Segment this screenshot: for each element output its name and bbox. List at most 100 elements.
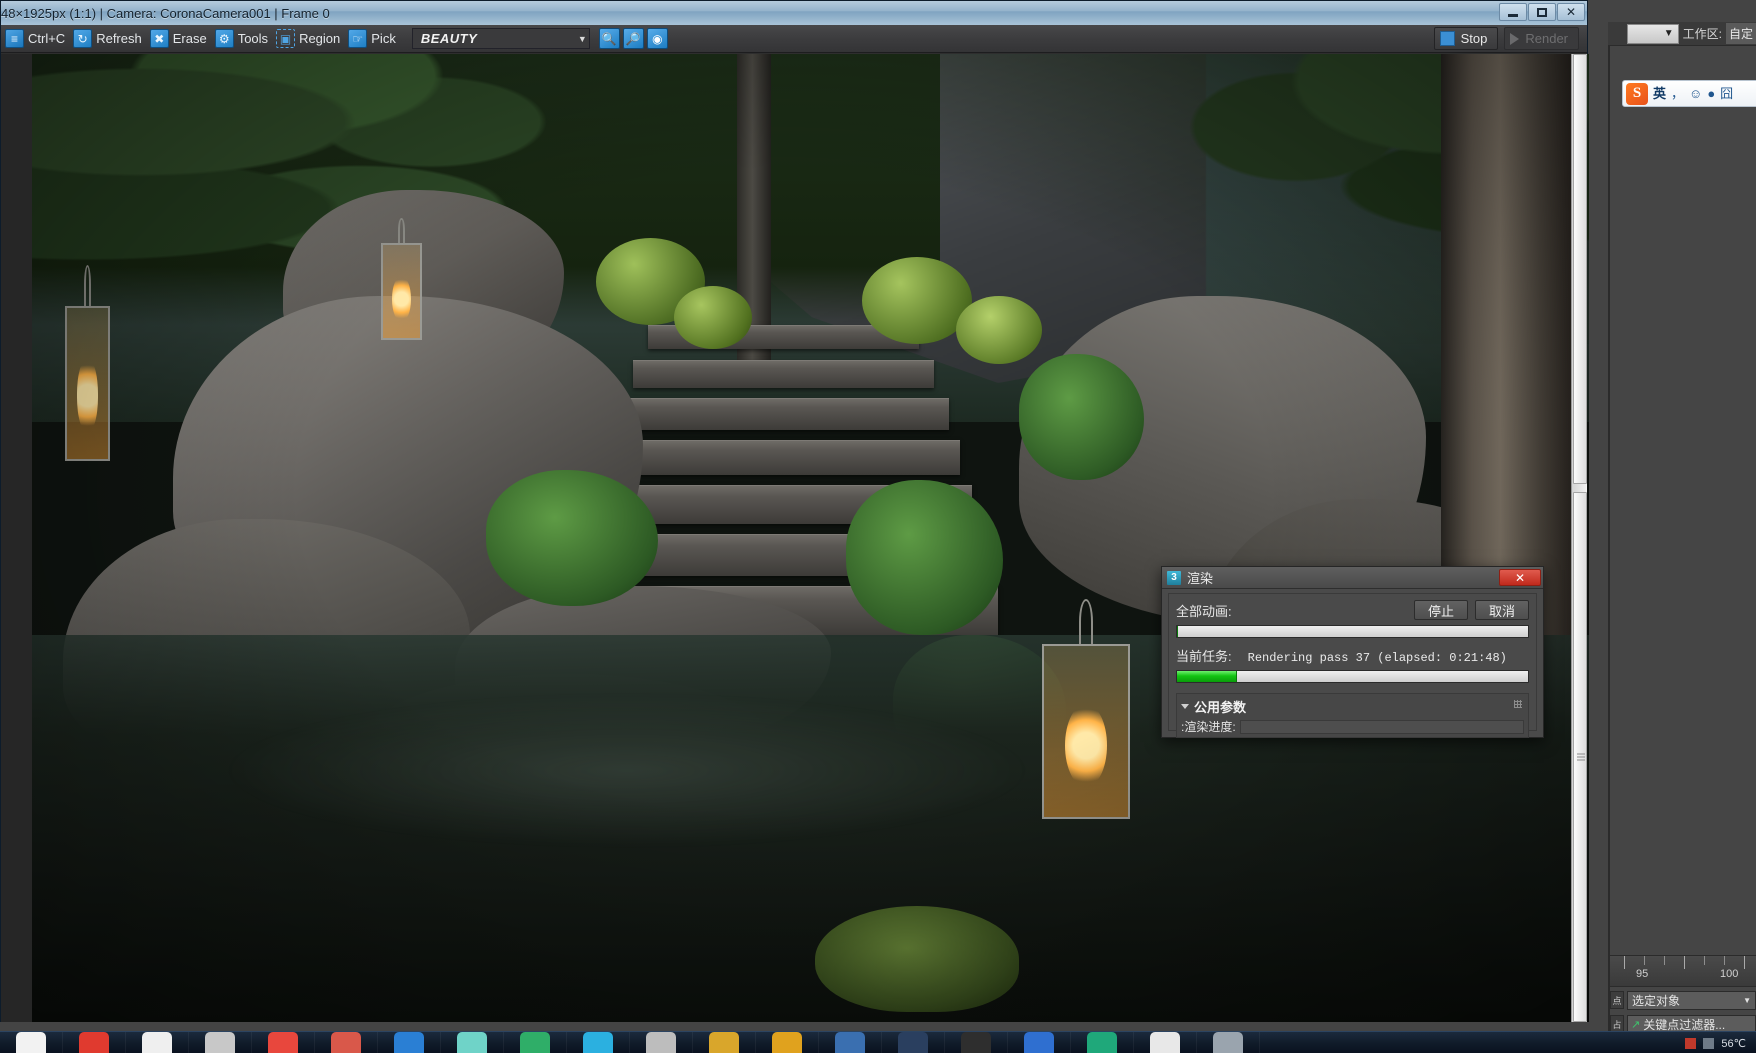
dialog-title-bar[interactable]: 3 渲染 ✕ <box>1162 567 1543 589</box>
scene-plant-2 <box>846 479 1003 635</box>
taskbar-photoshop-icon[interactable] <box>882 1032 945 1053</box>
dialog-close-button[interactable]: ✕ <box>1499 569 1541 586</box>
scrollbar-thumb-upper[interactable] <box>1573 54 1587 484</box>
app10-icon <box>646 1032 676 1053</box>
taskbar-app19-icon[interactable] <box>1197 1032 1260 1053</box>
taskbar-office-icon[interactable] <box>1008 1032 1071 1053</box>
toolbar-item-erase[interactable]: ✖ Erase <box>148 27 212 51</box>
taskbar-traffic-cone-icon[interactable] <box>315 1032 378 1053</box>
screen-root: ▼ 工作区: 自定 S 英 ， ☺ ● 囧 95 100 点 选定对象 ▼ 占 … <box>0 0 1756 1053</box>
max-app-icon: 3 <box>1167 570 1181 585</box>
tray-temperature: 56℃ <box>1721 1037 1746 1050</box>
taskbar-app15-icon[interactable] <box>945 1032 1008 1053</box>
vfb-vertical-scrollbar[interactable] <box>1571 54 1587 1022</box>
render-button-label: Render <box>1525 31 1568 46</box>
vfb-title-bar[interactable]: 48×1925px (1:1) | Camera: CoronaCamera00… <box>1 1 1587 25</box>
rollout-header[interactable]: 公用参数 <box>1181 697 1524 716</box>
toolbar-label-region: Region <box>299 31 341 46</box>
taskbar-opera-icon[interactable] <box>252 1032 315 1053</box>
toolbar-item-pick[interactable]: ☞ Pick <box>346 27 401 51</box>
youtube-icon <box>79 1032 109 1053</box>
all-animation-label: 全部动画: <box>1176 603 1232 619</box>
sogou-ime-bar[interactable]: S 英 ， ☺ ● 囧 <box>1622 80 1756 107</box>
scene-bush-2 <box>674 286 753 350</box>
window-controls: ✕ <box>1499 3 1585 21</box>
taskbar-sparkle-icon[interactable] <box>441 1032 504 1053</box>
toolbar-item-tools[interactable]: ⚙ Tools <box>213 27 273 51</box>
chevron-down-icon: ▼ <box>1663 28 1674 39</box>
toolbar-item-refresh[interactable]: ↻ Refresh <box>71 27 147 51</box>
app15-icon <box>961 1032 991 1053</box>
keypoint-icon-left[interactable]: 点 <box>1610 991 1624 1009</box>
taskbar-max-icon[interactable] <box>756 1032 819 1053</box>
taskbar-youtube-icon[interactable] <box>63 1032 126 1053</box>
render-button[interactable]: Render <box>1504 27 1579 50</box>
taskbar-app10-icon[interactable] <box>630 1032 693 1053</box>
scene-lantern-mid <box>381 217 422 340</box>
dialog-title-text: 渲染 <box>1187 571 1214 586</box>
taskbar-app11-icon[interactable] <box>693 1032 756 1053</box>
app13-icon <box>835 1032 865 1053</box>
sparkle-icon <box>457 1032 487 1053</box>
scene-artwork <box>32 54 1589 1022</box>
zoom-out-icon[interactable]: 🔎 <box>622 28 644 49</box>
explorer-icon <box>205 1032 235 1053</box>
tray-app-icon[interactable] <box>1685 1037 1697 1049</box>
all-animation-row: 全部动画: 停止 取消 <box>1176 600 1529 620</box>
opera-icon <box>268 1032 298 1053</box>
vfb-title-text: 48×1925px (1:1) | Camera: CoronaCamera00… <box>1 5 330 21</box>
toolbar-item-region[interactable]: ▣ Region <box>274 27 345 51</box>
taskbar-explorer-icon[interactable] <box>189 1032 252 1053</box>
tray-ime-icon[interactable] <box>1703 1037 1715 1049</box>
selection-filter-dropdown[interactable]: 选定对象 ▼ <box>1627 990 1756 1010</box>
taskbar-tencent-icon[interactable] <box>567 1032 630 1053</box>
curve-icon: ↗ <box>1631 1018 1641 1031</box>
timeline-tick-95: 95 <box>1636 968 1649 980</box>
traffic-cone-icon <box>331 1032 361 1053</box>
toolbar-label-copy: Ctrl+C <box>28 31 66 46</box>
zoom-in-icon[interactable]: 🔍 <box>598 28 620 49</box>
app19-icon <box>1213 1032 1243 1053</box>
current-task-progressbar <box>1176 670 1529 683</box>
ime-voice-icon[interactable]: ● <box>1707 87 1715 100</box>
3dsmax-right-panel <box>1608 22 1756 1032</box>
maximize-button[interactable] <box>1528 3 1556 21</box>
wechat-icon <box>520 1032 550 1053</box>
taskbar-twitter-icon[interactable] <box>0 1032 63 1053</box>
zoom-fit-icon[interactable]: ◉ <box>646 28 668 49</box>
3dsmax-timeline-ruler[interactable]: 95 100 <box>1610 955 1756 987</box>
ime-punctuation-icon[interactable]: ， <box>1671 87 1684 100</box>
stop-square-icon <box>1439 31 1455 46</box>
workspace-value[interactable]: 自定 <box>1725 23 1756 44</box>
sogou-logo-icon[interactable]: S <box>1626 82 1648 105</box>
taskbar-edge-icon[interactable] <box>378 1032 441 1053</box>
vfb-image-canvas[interactable] <box>1 54 1589 1022</box>
scrollbar-thumb-lower[interactable] <box>1573 492 1587 1022</box>
taskbar-folder-icon[interactable] <box>126 1032 189 1053</box>
dialog-cancel-button[interactable]: 取消 <box>1475 600 1529 620</box>
ime-toolbox-icon[interactable]: 囧 <box>1720 87 1733 100</box>
toolbar-label-tools: Tools <box>237 31 269 46</box>
minimize-button[interactable] <box>1499 3 1527 21</box>
taskbar-app13-icon[interactable] <box>819 1032 882 1053</box>
toolbar-item-copy[interactable]: ≡ Ctrl+C <box>3 27 70 51</box>
taskbar-app18-icon[interactable] <box>1134 1032 1197 1053</box>
close-button[interactable]: ✕ <box>1557 3 1585 21</box>
render-pass-value: BEAUTY <box>420 31 478 46</box>
stop-render-button[interactable]: Stop <box>1433 27 1499 50</box>
rendered-image <box>32 54 1589 1022</box>
ime-mode-label[interactable]: 英 <box>1653 87 1666 100</box>
render-pass-combo[interactable]: BEAUTY ▼ <box>411 28 590 49</box>
taskbar-app17-icon[interactable] <box>1071 1032 1134 1053</box>
refresh-icon: ↻ <box>73 29 93 48</box>
app11-icon <box>709 1032 739 1053</box>
render-progress-field <box>1239 719 1524 734</box>
ime-emoji-icon[interactable]: ☺ <box>1689 87 1702 100</box>
dialog-stop-button[interactable]: 停止 <box>1414 600 1468 620</box>
workspace-combo-left[interactable]: ▼ <box>1626 23 1679 44</box>
taskbar-wechat-icon[interactable] <box>504 1032 567 1053</box>
common-parameters-rollout[interactable]: 公用参数 :渲染进度: <box>1176 693 1529 738</box>
gear-icon: ⚙ <box>214 29 234 48</box>
render-progress-label: :渲染进度: <box>1181 720 1236 734</box>
chevron-down-icon: ▼ <box>1743 995 1751 1005</box>
